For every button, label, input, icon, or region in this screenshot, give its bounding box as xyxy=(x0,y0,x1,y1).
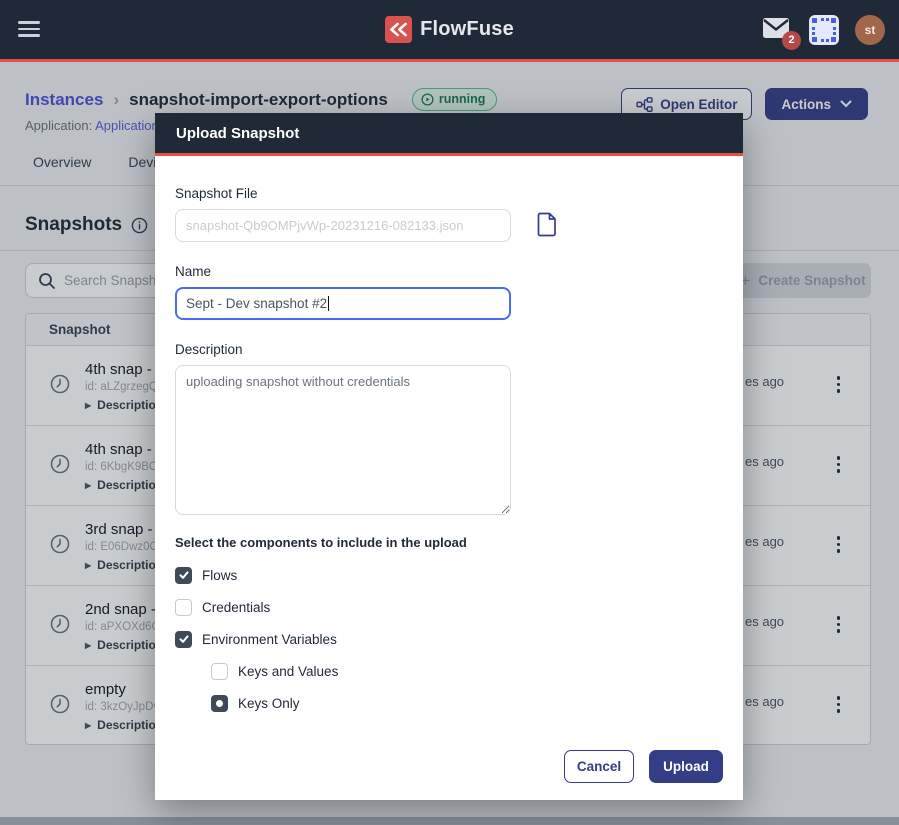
menu-icon[interactable] xyxy=(18,21,40,41)
checkbox-checked-icon xyxy=(175,631,192,648)
avatar[interactable]: st xyxy=(855,15,885,45)
option-keys-and-values[interactable]: Keys and Values xyxy=(211,662,723,680)
modal-title: Upload Snapshot xyxy=(176,125,299,142)
modal-header: Upload Snapshot xyxy=(155,113,743,156)
radio-checked-icon xyxy=(211,695,228,712)
top-navbar: FlowFuse 2 xyxy=(0,0,899,62)
option-environment-variables[interactable]: Environment Variables xyxy=(175,630,723,648)
file-row xyxy=(175,209,723,242)
flowfuse-logo-icon xyxy=(385,16,412,43)
text-caret xyxy=(328,296,329,311)
navbar-right: 2 st xyxy=(761,0,885,59)
snapshot-file-input[interactable] xyxy=(175,209,511,242)
avatar-initials: st xyxy=(865,23,876,37)
name-input[interactable]: Sept - Dev snapshot #2 xyxy=(175,287,511,320)
option-label: Credentials xyxy=(202,600,270,615)
team-icon[interactable] xyxy=(809,15,839,45)
checkbox-checked-icon xyxy=(175,567,192,584)
option-flows[interactable]: Flows xyxy=(175,566,723,584)
cancel-button[interactable]: Cancel xyxy=(564,750,634,783)
checkbox-unchecked-icon xyxy=(175,599,192,616)
notifications-button[interactable]: 2 xyxy=(761,16,793,44)
snapshot-file-label: Snapshot File xyxy=(175,186,723,201)
option-keys-only[interactable]: Keys Only xyxy=(211,694,723,712)
brand-name: FlowFuse xyxy=(420,18,514,41)
notification-badge: 2 xyxy=(782,31,801,50)
option-label: Keys and Values xyxy=(238,664,338,679)
option-label: Flows xyxy=(202,568,237,583)
radio-unchecked-icon xyxy=(211,663,228,680)
upload-snapshot-modal: Upload Snapshot Snapshot File Name Sept … xyxy=(155,113,743,800)
option-label: Environment Variables xyxy=(202,632,337,647)
name-label: Name xyxy=(175,264,723,279)
components-label: Select the components to include in the … xyxy=(175,535,723,550)
description-label: Description xyxy=(175,342,723,357)
document-icon xyxy=(537,212,558,237)
modal-footer: Cancel Upload xyxy=(175,750,723,783)
description-textarea[interactable]: uploading snapshot without credentials xyxy=(175,365,511,515)
name-input-value: Sept - Dev snapshot #2 xyxy=(186,296,327,311)
option-credentials[interactable]: Credentials xyxy=(175,598,723,616)
screen: FlowFuse 2 xyxy=(0,0,899,825)
modal-body: Snapshot File Name Sept - Dev snapshot #… xyxy=(155,156,743,800)
select-file-button[interactable] xyxy=(537,212,558,240)
option-label: Keys Only xyxy=(238,696,300,711)
upload-button[interactable]: Upload xyxy=(649,750,723,783)
